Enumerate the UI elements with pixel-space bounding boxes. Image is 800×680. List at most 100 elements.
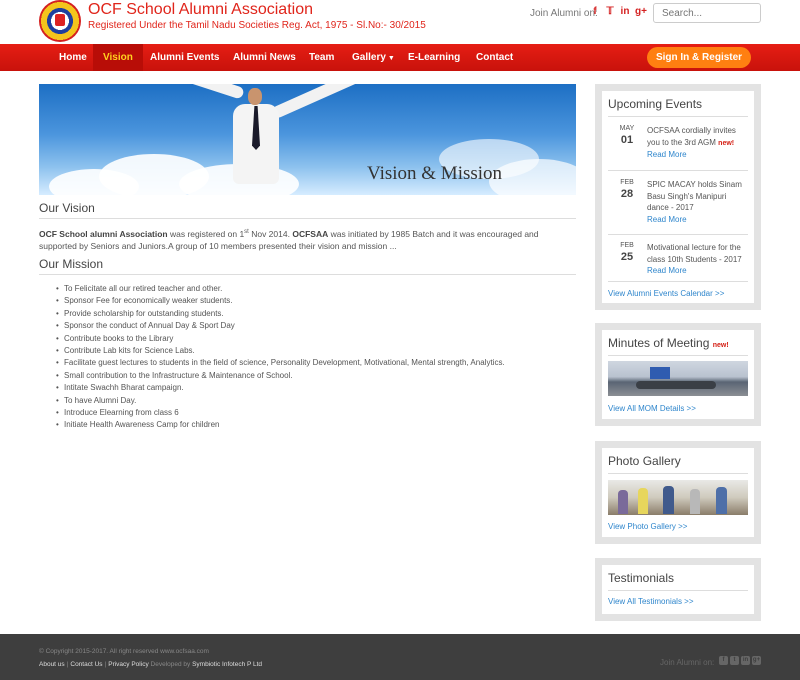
org-name: OCF School alumni Association [39,228,168,239]
event-day: 28 [620,188,634,200]
list-item: Introduce Elearning from class 6 [56,407,576,420]
footer-social-links: f t in g+ [719,656,761,665]
testimonials-box: Testimonials View All Testimonials >> [595,558,761,621]
man-head [248,88,262,105]
linkedin-icon[interactable]: in [741,656,750,665]
upcoming-events-title: Upcoming Events [608,97,703,111]
list-item: Provide scholarship for outstanding stud… [56,308,576,321]
org-abbr: OCFSAA [292,228,329,239]
sign-in-register-button[interactable]: Sign In & Register [647,47,751,68]
copyright-text: © Copyright 2015-2017. All right reserve… [39,648,209,655]
photo-gallery-title: Photo Gallery [608,454,681,468]
main-nav: Home Vision Alumni Events Alumni News Te… [0,44,800,71]
event-day: 01 [620,134,634,146]
event-month: FEB [620,179,634,186]
logo-emblem [55,14,65,26]
person-figure [663,486,674,514]
vision-banner: Vision & Mission [39,84,576,195]
nav-home[interactable]: Home [49,44,97,71]
about-us-link[interactable]: About us [39,661,65,668]
contact-us-link[interactable]: Contact Us [70,661,102,668]
nav-vision[interactable]: Vision [93,44,143,71]
divider [39,274,576,275]
man-arm-right [270,84,364,120]
join-alumni-label: Join Alumni on: [530,8,598,19]
event-text: Motivational lecture for the class 10th … [647,242,750,277]
photo-gallery-box: Photo Gallery View Photo Gallery >> [595,441,761,544]
new-badge: new! [718,139,735,147]
vision-text-2: Nov 2014. [248,228,293,239]
person-figure [716,487,727,514]
nav-alumni-news[interactable]: Alumni News [223,44,306,71]
nav-contact[interactable]: Contact [466,44,523,71]
nav-gallery-label: Gallery [352,52,386,63]
meeting-table [636,381,716,389]
list-item: Small contribution to the Infrastructure… [56,370,576,383]
social-links: f 𝕋 in g+ [590,6,647,18]
projector-screen [650,367,670,379]
list-item: Intitate Swachh Bharat campaign. [56,382,576,395]
list-item: To have Alumni Day. [56,395,576,408]
list-item: Initiate Health Awareness Camp for child… [56,419,576,432]
view-events-calendar-link[interactable]: View Alumni Events Calendar >> [608,289,724,298]
minutes-of-meeting-box: Minutes of Meeting new! View All MOM Det… [595,323,761,426]
gallery-photo[interactable] [608,480,748,515]
divider [608,234,748,235]
meeting-photo[interactable] [608,361,748,396]
search-input[interactable] [653,3,761,23]
man-arm-left [134,84,245,100]
footer-links: About us | Contact Us | Privacy Policy Devel… [39,661,262,668]
person-figure [638,488,648,514]
view-testimonials-link[interactable]: View All Testimonials >> [608,597,694,606]
divider [608,116,748,117]
developer-link[interactable]: Symbiotic Infotech P Ltd [192,661,262,668]
google-plus-icon[interactable]: g+ [752,656,761,665]
event-month: MAY [619,125,635,132]
event-text: SPIC MACAY holds Sinam Basu Singh's Mani… [647,179,750,225]
minutes-title: Minutes of Meeting new! [608,336,729,350]
nav-e-learning[interactable]: E-Learning [398,44,470,71]
read-more-link[interactable]: Read More [647,266,687,275]
school-logo[interactable] [39,0,81,42]
linkedin-icon[interactable]: in [620,6,630,18]
banner-title: Vision & Mission [367,163,503,184]
developed-by-label: Developed by [150,661,191,668]
list-item: Contribute Lab kits for Science Labs. [56,345,576,358]
privacy-policy-link[interactable]: Privacy Policy [108,661,148,668]
upcoming-events-box: Upcoming Events MAY 01 OCFSAA cordially … [595,84,761,310]
divider [608,170,748,171]
divider [608,590,748,591]
join-alumni-footer-label: Join Alumni on: [660,658,715,667]
event-text: OCFSAA cordially invites you to the 3rd … [647,125,750,161]
twitter-icon[interactable]: 𝕋 [605,6,615,18]
testimonials-title: Testimonials [608,571,675,585]
event-day: 25 [620,251,634,263]
chevron-down-icon: ▼ [387,55,395,62]
site-title[interactable]: OCF School Alumni Association [88,1,313,19]
google-plus-icon[interactable]: g+ [635,6,647,18]
event-title: Motivational lecture for the class 10th … [647,243,742,264]
vision-heading: Our Vision [39,201,95,215]
divider [608,281,748,282]
site-header: OCF School Alumni Association Registered… [0,0,800,44]
minutes-title-text: Minutes of Meeting [608,336,710,350]
view-photo-gallery-link[interactable]: View Photo Gallery >> [608,522,687,531]
nav-alumni-events[interactable]: Alumni Events [140,44,229,71]
list-item: Contribute books to the Library [56,333,576,346]
list-item: Sponsor Fee for economically weaker stud… [56,295,576,308]
new-badge: new! [712,342,729,349]
view-mom-details-link[interactable]: View All MOM Details >> [608,404,696,413]
nav-gallery[interactable]: Gallery ▼ [342,44,405,71]
vision-text-1: was registered on 1 [167,228,245,239]
facebook-icon[interactable]: f [590,6,600,18]
person-figure [618,490,628,514]
nav-team[interactable]: Team [299,44,344,71]
twitter-icon[interactable]: t [730,656,739,665]
facebook-icon[interactable]: f [719,656,728,665]
read-more-link[interactable]: Read More [647,150,687,159]
event-month: FEB [620,242,634,249]
read-more-link[interactable]: Read More [647,215,687,224]
event-title: SPIC MACAY holds Sinam Basu Singh's Mani… [647,180,742,212]
mission-list: To Felicitate all our retired teacher an… [56,283,576,432]
site-footer: © Copyright 2015-2017. All right reserve… [0,634,800,680]
